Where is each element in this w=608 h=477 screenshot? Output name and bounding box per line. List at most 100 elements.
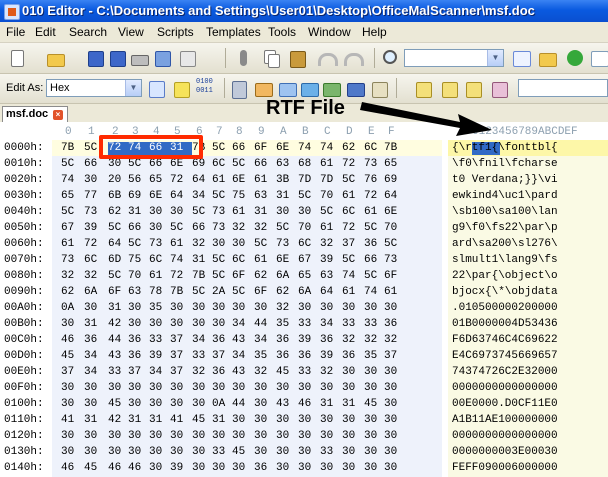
hex-byte[interactable]: 30	[364, 382, 377, 394]
ascii-text[interactable]: F6D63746C4C69622	[452, 334, 558, 346]
hex-byte[interactable]: 66	[128, 222, 141, 234]
hex-byte[interactable]: 31	[192, 254, 205, 266]
hex-byte[interactable]: 30	[364, 430, 377, 442]
hex-byte[interactable]: 30	[342, 462, 355, 474]
copy-icon[interactable]	[262, 49, 280, 68]
hex-byte[interactable]: 30	[149, 318, 162, 330]
hex-byte[interactable]: 7D	[298, 174, 311, 186]
hex-byte[interactable]: 6B	[108, 190, 121, 202]
hex-byte[interactable]: 44	[254, 318, 267, 330]
hex-byte[interactable]: 30	[84, 302, 97, 314]
hex-byte[interactable]: 31	[212, 414, 225, 426]
hex-byte[interactable]: 30	[84, 446, 97, 458]
hex-byte[interactable]: 32	[84, 270, 97, 282]
hex-byte[interactable]: 45	[232, 446, 245, 458]
hex-byte[interactable]: 42	[108, 318, 121, 330]
hex-byte[interactable]: 66	[232, 142, 245, 154]
hex-byte[interactable]: 30	[342, 382, 355, 394]
calculator-icon[interactable]	[230, 80, 248, 99]
hex-byte[interactable]: 37	[170, 350, 183, 362]
hex-byte[interactable]: 36	[320, 334, 333, 346]
app-icon[interactable]	[4, 4, 20, 20]
hex-byte[interactable]: 6A	[276, 270, 289, 282]
hex-byte[interactable]: 37	[170, 366, 183, 378]
hex-byte[interactable]: 37	[384, 350, 397, 362]
hex-byte[interactable]: 30	[232, 430, 245, 442]
hex-byte[interactable]: 2A	[212, 286, 225, 298]
hex-byte[interactable]: 64	[108, 238, 121, 250]
hex-byte[interactable]: 45	[108, 398, 121, 410]
hex-byte[interactable]: 66	[149, 158, 162, 170]
hex-byte[interactable]: 30	[170, 382, 183, 394]
hex-byte[interactable]: 30	[192, 398, 205, 410]
hex-byte[interactable]: 61	[232, 206, 245, 218]
ascii-text[interactable]: ard\sa200\sl276\	[452, 238, 558, 250]
hex-byte[interactable]: 30	[128, 382, 141, 394]
hex-byte[interactable]: 30	[149, 206, 162, 218]
ascii-text[interactable]: \sb100\sa100\lan	[452, 206, 558, 218]
hex-byte[interactable]: 32	[232, 222, 245, 234]
hex-byte[interactable]: 64	[384, 190, 397, 202]
hex-byte[interactable]: 30	[320, 430, 333, 442]
hex-byte[interactable]: 66	[364, 254, 377, 266]
hex-byte[interactable]: 43	[232, 334, 245, 346]
hex-byte[interactable]: 35	[364, 350, 377, 362]
hex-byte[interactable]: 73	[84, 206, 97, 218]
hex-byte[interactable]: 6E	[276, 142, 289, 154]
hex-byte[interactable]: 7D	[320, 174, 333, 186]
hex-byte[interactable]: 68	[298, 158, 311, 170]
hex-byte[interactable]: 31	[84, 414, 97, 426]
hex-byte[interactable]: 65	[298, 270, 311, 282]
hex-byte[interactable]: 6E	[170, 158, 183, 170]
hex-byte[interactable]: 32	[384, 334, 397, 346]
hex-byte[interactable]: 31	[254, 206, 267, 218]
hex-byte[interactable]: 5C	[298, 190, 311, 202]
hex-byte[interactable]: 30	[128, 446, 141, 458]
hex-byte[interactable]: 5C	[384, 238, 397, 250]
hex-byte[interactable]: 30	[276, 462, 289, 474]
hex-byte[interactable]: 43	[276, 398, 289, 410]
hex-byte[interactable]: 6C	[149, 254, 162, 266]
hex-byte[interactable]: 6C	[212, 158, 225, 170]
hex-byte[interactable]: 30	[254, 398, 267, 410]
hex-byte[interactable]: 61	[364, 206, 377, 218]
redo-icon[interactable]	[342, 49, 364, 67]
hex-byte[interactable]: 32	[192, 238, 205, 250]
hex-byte[interactable]: 7B	[192, 270, 205, 282]
hex-byte[interactable]: 30	[232, 462, 245, 474]
hex-byte[interactable]: 30	[384, 414, 397, 426]
hex-byte[interactable]: 30	[320, 302, 333, 314]
hex-byte[interactable]: 30	[342, 414, 355, 426]
hex-byte[interactable]: 61	[320, 158, 333, 170]
hex-byte[interactable]: 34	[192, 334, 205, 346]
hex-byte[interactable]: 30	[192, 382, 205, 394]
hex-byte[interactable]: 30	[320, 462, 333, 474]
hex-byte[interactable]: 36	[342, 350, 355, 362]
menu-file[interactable]: File	[6, 25, 25, 39]
hex-byte[interactable]: 6F	[254, 142, 267, 154]
hex-byte[interactable]: 33	[149, 334, 162, 346]
hex-byte[interactable]: 30	[384, 302, 397, 314]
hex-byte[interactable]: 3B	[276, 174, 289, 186]
hex-byte[interactable]: 39	[84, 222, 97, 234]
save-all-icon[interactable]	[108, 49, 126, 67]
hex-byte[interactable]: 75	[232, 190, 245, 202]
hex-byte[interactable]: 30	[108, 430, 121, 442]
hex-byte[interactable]: 32	[192, 366, 205, 378]
hex-byte[interactable]: 70	[320, 190, 333, 202]
hex-byte[interactable]: 61	[342, 286, 355, 298]
edit-as-select[interactable]: Hex ▼	[46, 79, 142, 97]
find-in-files-icon[interactable]	[538, 49, 557, 67]
hex-byte[interactable]: 30	[276, 206, 289, 218]
hex-byte[interactable]: 32	[342, 334, 355, 346]
hex-byte[interactable]: 5C	[364, 222, 377, 234]
hex-byte[interactable]: 5C	[212, 254, 225, 266]
hex-byte[interactable]: 69	[384, 174, 397, 186]
hex-byte[interactable]: 70	[384, 222, 397, 234]
hex-byte[interactable]: 74	[298, 142, 311, 154]
menu-window[interactable]: Window	[308, 25, 351, 39]
hex-byte[interactable]: 5C	[128, 158, 141, 170]
hex-byte[interactable]: 31	[84, 318, 97, 330]
title-bar[interactable]: 010 Editor - C:\Documents and Settings\U…	[0, 0, 608, 22]
hex-byte[interactable]: 63	[128, 286, 141, 298]
